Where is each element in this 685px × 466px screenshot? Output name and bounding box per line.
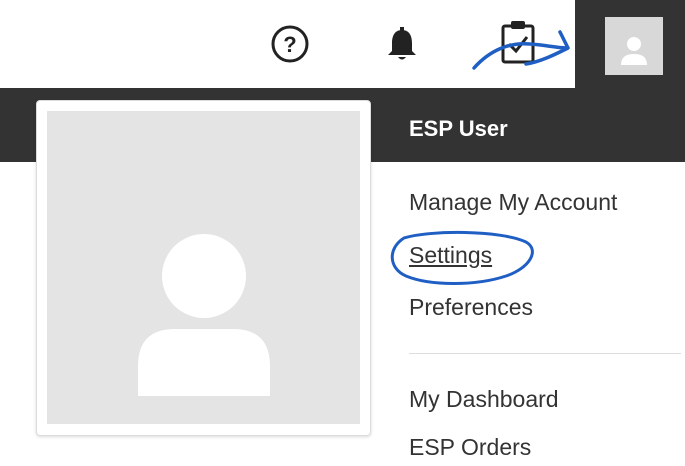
esp-orders-link[interactable]: ESP Orders [409,434,531,461]
profile-photo-placeholder [47,111,360,424]
settings-link[interactable]: Settings [409,242,492,269]
bell-icon[interactable] [380,20,424,68]
tasks-icon[interactable] [470,14,570,74]
menu-divider [409,353,681,354]
avatar-icon [605,17,663,75]
preferences-link[interactable]: Preferences [409,294,533,321]
my-dashboard-link[interactable]: My Dashboard [409,386,559,413]
account-menu-tab[interactable] [575,0,685,88]
help-icon[interactable]: ? [266,20,314,68]
manage-my-account-link[interactable]: Manage My Account [409,189,617,216]
svg-text:?: ? [283,32,296,57]
top-nav-bar: ? [0,0,685,88]
profile-photo-card [36,100,371,436]
username-label: ESP User [409,116,508,141]
